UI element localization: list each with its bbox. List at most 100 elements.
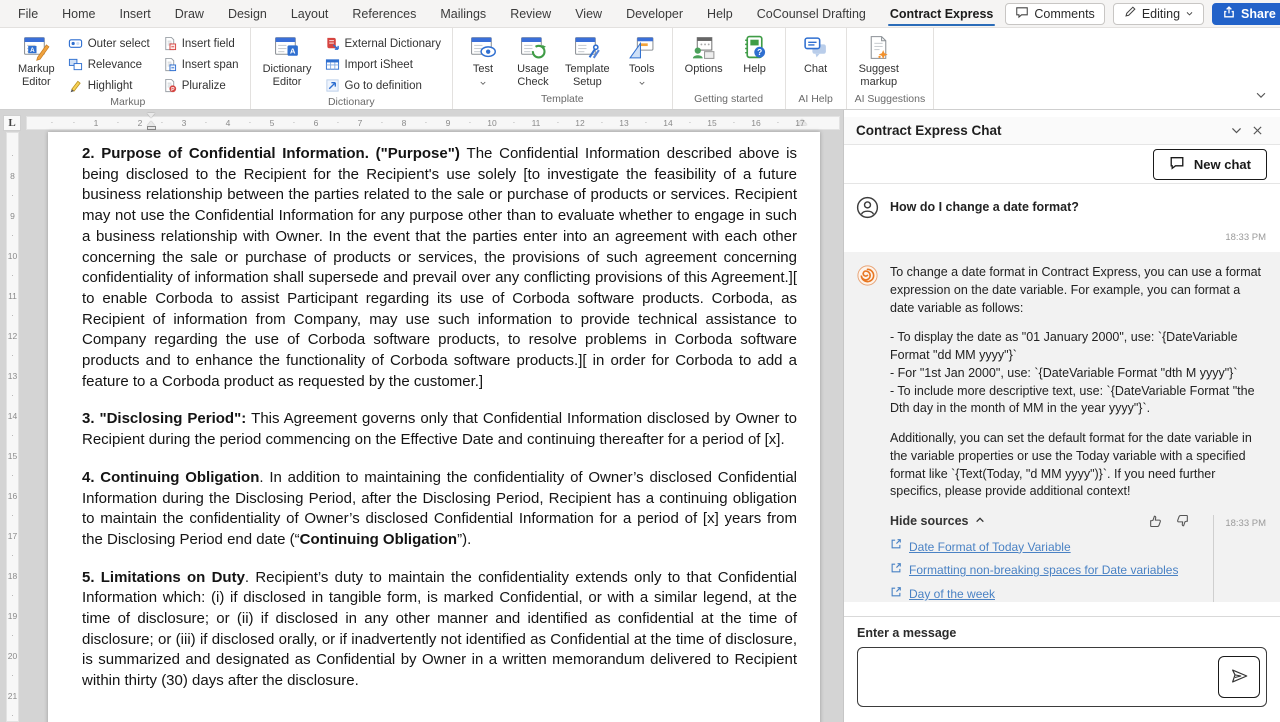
menu-tab-file[interactable]: File: [6, 0, 50, 27]
menu-tab-contract-express[interactable]: Contract Express: [878, 0, 1006, 27]
editing-mode-button[interactable]: Editing: [1113, 3, 1204, 25]
comments-button[interactable]: Comments: [1005, 3, 1104, 25]
assistant-footer-row: Hide sources: [890, 513, 1204, 529]
assistant-message-meta: 18:33 PM Hide sources Date Format o: [890, 513, 1266, 602]
relevance-icon: [68, 57, 83, 72]
options-button[interactable]: Options: [681, 32, 727, 78]
markup-editor-icon: A: [23, 34, 50, 61]
outer-select-button[interactable]: Outer select: [65, 34, 153, 53]
source-item: Date Format of Today Variable: [890, 538, 1204, 556]
relevance-button[interactable]: Relevance: [65, 55, 153, 74]
horizontal-ruler[interactable]: ··1·2·3·4·5·6·7·8·9·10·11·12·13·14·15·16…: [26, 116, 840, 130]
thumbs-up-button[interactable]: [1148, 513, 1164, 529]
composer-box: [857, 647, 1267, 712]
document-paragraph: 5. Limitations on Duty. Recipient’s duty…: [82, 568, 797, 692]
chat-button[interactable]: Chat: [794, 32, 838, 78]
help-button[interactable]: ?Help: [733, 32, 777, 78]
pluralize-button[interactable]: PPluralize: [159, 76, 242, 95]
document-page[interactable]: 2. Purpose of Confidential Information. …: [48, 132, 820, 722]
vertical-ruler[interactable]: ·8·9·10·11·12·13·14·15·16·17·18·19·20·21…: [6, 132, 19, 722]
external-dictionary-button[interactable]: External Dictionary: [322, 34, 445, 53]
import-isheet-button[interactable]: Import iSheet: [322, 55, 445, 74]
panel-close-button[interactable]: [1247, 122, 1268, 139]
template-setup-button-label: TemplateSetup: [565, 63, 610, 89]
menu-tab-home[interactable]: Home: [50, 0, 107, 27]
hide-sources-label: Hide sources: [890, 514, 969, 528]
suggest-markup-button[interactable]: Suggestmarkup: [855, 32, 903, 91]
usage-check-button[interactable]: UsageCheck: [511, 32, 555, 91]
menu-tab-mailings[interactable]: Mailings: [428, 0, 498, 27]
dictionary-editor-button[interactable]: ADictionaryEditor: [259, 32, 316, 91]
menu-tab-references[interactable]: References: [340, 0, 428, 27]
assistant-message: To change a date format in Contract Expr…: [844, 252, 1280, 602]
tools-button[interactable]: Tools: [620, 32, 664, 89]
menu-tab-review[interactable]: Review: [498, 0, 563, 27]
send-button[interactable]: [1218, 656, 1260, 698]
test-button-label: Test: [473, 63, 493, 76]
source-link[interactable]: Day of the week: [909, 586, 995, 602]
share-icon: [1222, 5, 1236, 22]
menu-tab-insert[interactable]: Insert: [108, 0, 163, 27]
source-link[interactable]: Date Format of Today Variable: [909, 539, 1071, 556]
new-chat-button[interactable]: New chat: [1153, 149, 1267, 180]
import-isheet-icon: [325, 57, 340, 72]
chat-panel-header: Contract Express Chat: [844, 117, 1280, 145]
menu-tab-help[interactable]: Help: [695, 0, 745, 27]
thumbs-down-button[interactable]: [1174, 513, 1190, 529]
chevron-up-icon: [975, 514, 985, 528]
template-setup-icon: [574, 34, 601, 61]
menu-tab-cocounsel-drafting[interactable]: CoCounsel Drafting: [745, 0, 878, 27]
collapse-ribbon-button[interactable]: [1254, 88, 1268, 105]
comments-icon: [1015, 5, 1029, 22]
menu-tab-developer[interactable]: Developer: [614, 0, 695, 27]
user-message: How do I change a date format? 18:33 PM: [844, 184, 1280, 252]
menu-tab-design[interactable]: Design: [216, 0, 279, 27]
svg-text:A: A: [289, 46, 295, 55]
highlight-button[interactable]: Highlight: [65, 76, 153, 95]
menu-tab-layout[interactable]: Layout: [279, 0, 341, 27]
menu-tab-view[interactable]: View: [563, 0, 614, 27]
usage-check-button-label: UsageCheck: [517, 63, 549, 89]
markup-editor-button[interactable]: AMarkupEditor: [14, 32, 59, 91]
chat-composer: Enter a message: [844, 616, 1280, 722]
ribbon-group-label: AI Suggestions: [855, 92, 926, 107]
assistant-text-block: - To display the date as "01 January 200…: [890, 329, 1266, 418]
panel-collapse-button[interactable]: [1226, 122, 1247, 139]
chat-ribbon-icon: [802, 34, 829, 61]
chevron-down-icon: [479, 78, 487, 87]
go-to-definition-button[interactable]: Go to definition: [322, 76, 445, 95]
ribbon-group-label: Getting started: [681, 92, 777, 107]
message-input[interactable]: [857, 647, 1267, 707]
svg-text:A: A: [30, 47, 35, 54]
assistant-avatar-icon: [856, 264, 879, 602]
tab-stop-selector[interactable]: L: [3, 115, 21, 131]
chevron-down-icon: [1185, 7, 1194, 21]
share-button[interactable]: Share: [1212, 3, 1280, 25]
outer-select-icon: [68, 36, 83, 51]
menu-tab-draw[interactable]: Draw: [163, 0, 216, 27]
insert-field-icon: [162, 36, 177, 51]
ribbon: AMarkupEditor Outer select Relevance Highli…: [0, 28, 1280, 110]
insert-field-button[interactable]: Insert field: [159, 34, 242, 53]
workspace: L ··1·2·3·4·5·6·7·8·9·10·11·12·13·14·15·…: [0, 110, 1280, 722]
share-label: Share: [1241, 7, 1276, 21]
insert-span-button[interactable]: Insert span: [159, 55, 242, 74]
chevron-down-icon: [638, 78, 646, 87]
template-setup-button[interactable]: TemplateSetup: [561, 32, 614, 91]
hide-sources-toggle[interactable]: Hide sources: [890, 514, 985, 528]
test-button[interactable]: Test: [461, 32, 505, 89]
source-link[interactable]: Formatting non-breaking spaces for Date …: [909, 562, 1178, 579]
ribbon-groups: AMarkupEditor Outer select Relevance Highli…: [6, 28, 934, 109]
chat-button-label: Chat: [804, 63, 827, 76]
pencil-icon: [1123, 5, 1137, 22]
outer-select-button-label: Outer select: [88, 38, 150, 50]
composer-label: Enter a message: [857, 626, 1267, 640]
source-item: Formatting non-breaking spaces for Date …: [890, 562, 1204, 580]
chat-messages: How do I change a date format? 18:33 PM …: [844, 184, 1280, 602]
assistant-text-block: Additionally, you can set the default fo…: [890, 430, 1266, 501]
user-message-body: How do I change a date format? 18:33 PM: [890, 196, 1266, 244]
insert-span-button-label: Insert span: [182, 59, 239, 71]
go-to-definition-icon: [325, 78, 340, 93]
assistant-text-block: To change a date format in Contract Expr…: [890, 264, 1266, 317]
send-icon: [1229, 666, 1249, 689]
